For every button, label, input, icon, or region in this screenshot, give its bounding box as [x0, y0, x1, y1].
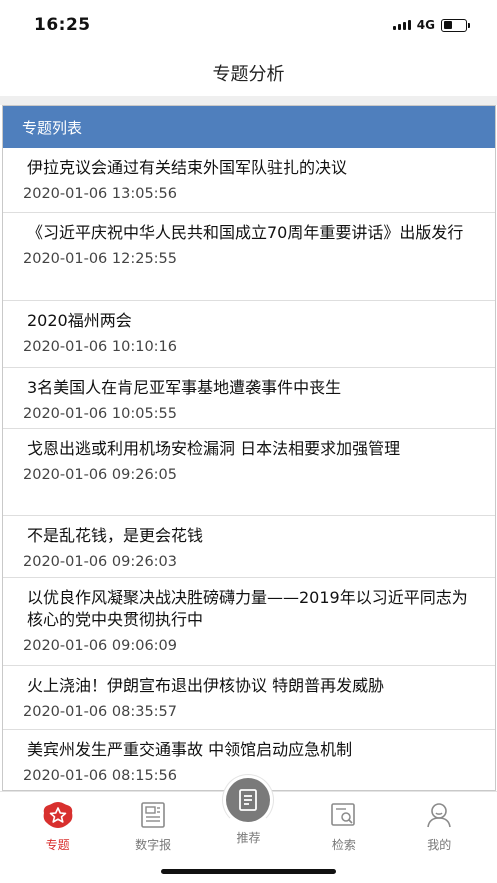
newspaper-icon — [136, 801, 170, 829]
home-indicator — [161, 869, 336, 874]
user-icon — [422, 801, 456, 829]
tab-search[interactable]: 检索 — [304, 792, 384, 853]
topic-panel: 专题列表 伊拉克议会通过有关结束外国军队驻扎的决议 2020-01-06 13:… — [2, 105, 496, 791]
item-date: 2020-01-06 09:26:05 — [23, 467, 177, 483]
list-item[interactable]: 《习近平庆祝中华人民共和国成立70周年重要讲话》出版发行 2020-01-06 … — [3, 213, 495, 301]
item-date: 2020-01-06 08:35:57 — [23, 704, 177, 720]
item-title: 火上浇油！伊朗宣布退出伊核协议 特朗普再发威胁 — [27, 676, 385, 695]
panel-header: 专题列表 — [3, 106, 495, 148]
status-bar: 16:25 4G — [0, 0, 497, 50]
tab-bar: 专题 数字报 推荐 检索 我的 — [0, 774, 497, 861]
page-title: 专题分析 — [212, 64, 285, 85]
list-item[interactable]: 火上浇油！伊朗宣布退出伊核协议 特朗普再发威胁 2020-01-06 08:35… — [3, 666, 495, 730]
item-date: 2020-01-06 09:26:03 — [23, 554, 177, 570]
item-date: 2020-01-06 10:05:55 — [23, 406, 177, 422]
star-badge-icon — [41, 801, 75, 829]
signal-icon — [392, 20, 411, 30]
item-date: 2020-01-06 09:06:09 — [23, 638, 177, 654]
tab-mine[interactable]: 我的 — [399, 792, 479, 853]
search-document-icon — [327, 801, 361, 829]
list-item[interactable]: 3名美国人在肯尼亚军事基地遭袭事件中丧生 2020-01-06 10:05:55 — [3, 368, 495, 429]
tab-label: 推荐 — [236, 831, 261, 845]
item-title: 伊拉克议会通过有关结束外国军队驻扎的决议 — [27, 158, 348, 177]
item-date: 2020-01-06 10:10:16 — [23, 339, 177, 355]
status-indicators: 4G — [392, 18, 470, 32]
item-title: 3名美国人在肯尼亚军事基地遭袭事件中丧生 — [27, 378, 342, 397]
item-title: 美宾州发生严重交通事故 中领馆启动应急机制 — [27, 740, 353, 759]
battery-icon — [441, 18, 470, 32]
tab-label: 我的 — [427, 838, 452, 852]
list-item[interactable]: 2020福州两会 2020-01-06 10:10:16 — [3, 301, 495, 368]
list-item[interactable]: 不是乱花钱，是更会花钱 2020-01-06 09:26:03 — [3, 516, 495, 578]
document-icon — [226, 778, 271, 822]
tab-label: 数字报 — [135, 838, 172, 852]
status-time: 16:25 — [34, 15, 91, 35]
divider — [0, 96, 497, 105]
list-item[interactable]: 以优良作风凝聚决战决胜磅礴力量——2019年以习近平同志为核心的党中央贯彻执行中… — [3, 578, 495, 666]
nav-bar: 专题分析 — [0, 50, 497, 96]
tab-topics[interactable]: 专题 — [18, 792, 98, 853]
tab-digital-paper[interactable]: 数字报 — [113, 792, 193, 853]
item-title: 以优良作风凝聚决战决胜磅礴力量——2019年以习近平同志为核心的党中央贯彻执行中 — [27, 588, 468, 629]
item-title: 《习近平庆祝中华人民共和国成立70周年重要讲话》出版发行 — [27, 223, 464, 242]
tab-label: 检索 — [331, 838, 356, 852]
item-date: 2020-01-06 12:25:55 — [23, 251, 177, 267]
tab-label: 专题 — [45, 838, 70, 852]
item-title: 不是乱花钱，是更会花钱 — [27, 526, 204, 545]
item-title: 2020福州两会 — [27, 311, 132, 330]
list-item[interactable]: 戈恩出逃或利用机场安检漏洞 日本法相要求加强管理 2020-01-06 09:2… — [3, 429, 495, 516]
tab-recommend[interactable]: 推荐 — [208, 774, 288, 846]
recommend-bubble — [222, 774, 275, 826]
list-item[interactable]: 伊拉克议会通过有关结束外国军队驻扎的决议 2020-01-06 13:05:56 — [3, 148, 495, 213]
network-type: 4G — [416, 18, 435, 32]
item-date: 2020-01-06 13:05:56 — [23, 186, 177, 202]
item-title: 戈恩出逃或利用机场安检漏洞 日本法相要求加强管理 — [27, 439, 401, 458]
